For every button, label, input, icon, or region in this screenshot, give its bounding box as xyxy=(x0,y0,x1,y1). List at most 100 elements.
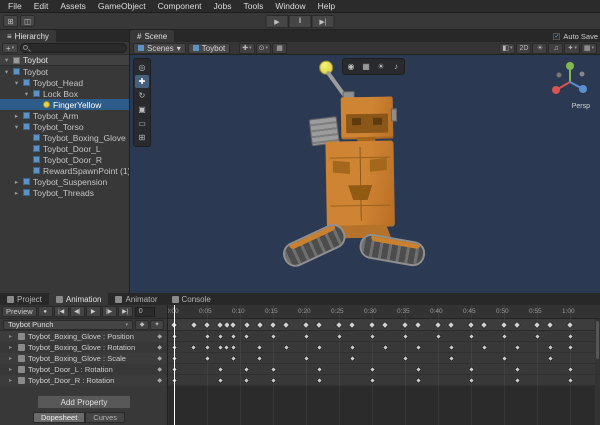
orientation-gizmo[interactable] xyxy=(548,59,592,103)
next-key-button[interactable]: |▶ xyxy=(101,306,117,317)
play-button[interactable]: ▶ xyxy=(265,15,289,28)
audio-toggle-icon[interactable]: ♫ xyxy=(548,42,564,54)
light-overlay-icon[interactable]: ☀ xyxy=(374,60,388,73)
add-event-button[interactable]: ✦ xyxy=(150,319,164,330)
auto-save-checkbox[interactable]: ✓ xyxy=(553,32,561,40)
add-property-button[interactable]: Add Property xyxy=(37,395,131,409)
2d-toggle[interactable]: 2D xyxy=(516,42,532,54)
anim-property-toybot-boxing-glove-position[interactable]: ▸ Toybot_Boxing_Glove : Position ◆ xyxy=(0,331,167,342)
prev-key-button[interactable]: ◀| xyxy=(69,306,85,317)
curves-toggle[interactable]: Curves xyxy=(85,412,126,423)
create-object-button[interactable]: + ▾ xyxy=(2,43,18,53)
foldout-open-icon[interactable]: ▾ xyxy=(13,123,20,131)
tab-animation[interactable]: Animation xyxy=(48,293,109,305)
foldout-closed-icon[interactable]: ▸ xyxy=(9,377,15,384)
dopesheet-toggle[interactable]: Dopesheet xyxy=(33,412,86,423)
dopesheet-area[interactable]: 0:000:050:100:150:200:250:300:350:400:45… xyxy=(168,305,600,425)
menu-edit[interactable]: Edit xyxy=(28,0,55,12)
step-button[interactable]: ▶| xyxy=(311,15,335,28)
scene-viewport[interactable]: ◎ ✚ ↻ ▣ ▭ ⊞ ◉ ▦ ☀ ♪ Persp xyxy=(130,55,600,293)
hierarchy-item-toybot-door-l[interactable]: Toybot_Door_L xyxy=(0,143,129,154)
menu-jobs[interactable]: Jobs xyxy=(208,0,238,12)
anim-property-toybot-boxing-glove-rotation[interactable]: ▸ Toybot_Boxing_Glove : Rotation ◆ xyxy=(0,342,167,353)
menu-tools[interactable]: Tools xyxy=(238,0,270,12)
preview-button[interactable]: Preview xyxy=(2,306,37,317)
first-key-button[interactable]: |◀ xyxy=(53,306,69,317)
grid-overlay-icon[interactable]: ▦ xyxy=(359,60,373,73)
foldout-closed-icon[interactable]: ▸ xyxy=(9,333,15,340)
keyframe-icon[interactable]: ◆ xyxy=(157,355,167,362)
hierarchy-item-lock-box[interactable]: ▾ Lock Box xyxy=(0,88,129,99)
tab-scene[interactable]: # Scene xyxy=(130,30,175,42)
hierarchy-item-toybot[interactable]: ▾ Toybot xyxy=(0,66,129,77)
hierarchy-item-toybot-threads[interactable]: ▸ Toybot_Threads xyxy=(0,187,129,198)
foldout-closed-icon[interactable]: ▸ xyxy=(9,355,15,362)
foldout-closed-icon[interactable]: ▸ xyxy=(13,189,20,197)
tool-handle-rotation-icon[interactable]: ⊙ ▾ xyxy=(255,42,272,54)
auto-save-toggle[interactable]: ✓ Auto Save xyxy=(553,30,600,42)
dopesheet-scrollbar[interactable] xyxy=(595,319,600,425)
play-button[interactable]: ▶ xyxy=(85,306,101,317)
audio-overlay-icon[interactable]: ♪ xyxy=(389,60,403,73)
menu-window[interactable]: Window xyxy=(269,0,311,12)
effects-icon[interactable]: ✦ ▾ xyxy=(564,42,580,54)
tab-console[interactable]: Console xyxy=(165,293,218,305)
hierarchy-item-toybot-torso[interactable]: ▾ Toybot_Torso xyxy=(0,121,129,132)
foldout-closed-icon[interactable]: ▸ xyxy=(13,178,20,186)
move-tool-icon[interactable]: ✚ xyxy=(135,75,149,88)
breadcrumb-scenes[interactable]: Scenes ▾ xyxy=(133,42,186,54)
foldout-open-icon[interactable]: ▾ xyxy=(3,56,10,64)
anim-property-toybot-door-l-rotation[interactable]: ▸ Toybot_Door_L : Rotation ◆ xyxy=(0,364,167,375)
menu-component[interactable]: Component xyxy=(152,0,208,12)
hierarchy-item-toybot-suspension[interactable]: ▸ Toybot_Suspension xyxy=(0,176,129,187)
foldout-open-icon[interactable]: ▾ xyxy=(3,68,10,76)
transform-tool-icon[interactable]: ⊞ xyxy=(135,131,149,144)
add-keyframe-button[interactable]: ◆ xyxy=(135,319,149,330)
menu-file[interactable]: File xyxy=(2,0,28,12)
hierarchy-item-rewardspawnpoint-1[interactable]: RewardSpawnPoint (1) xyxy=(0,165,129,176)
scale-tool-icon[interactable]: ▣ xyxy=(135,103,149,116)
camera-settings-icon[interactable]: ◉ xyxy=(344,60,358,73)
timeline-ruler[interactable]: 0:000:050:100:150:200:250:300:350:400:45… xyxy=(168,305,600,319)
hierarchy-item-toybot-door-r[interactable]: Toybot_Door_R xyxy=(0,154,129,165)
scrollbar-thumb[interactable] xyxy=(596,321,599,359)
foldout-open-icon[interactable]: ▾ xyxy=(13,79,20,87)
hierarchy-item-toybot-head[interactable]: ▾ Toybot_Head xyxy=(0,77,129,88)
hierarchy-item-toybot-arm[interactable]: ▸ Toybot_Arm xyxy=(0,110,129,121)
tab-hierarchy[interactable]: ≡ Hierarchy xyxy=(0,30,56,42)
last-key-button[interactable]: ▶| xyxy=(117,306,133,317)
pause-button[interactable]: ‖ xyxy=(288,15,312,28)
prefab-header-row[interactable]: ▾ Toybot xyxy=(0,55,129,66)
current-frame-field[interactable]: 0 xyxy=(134,306,155,317)
shading-mode-icon[interactable]: ◧ ▾ xyxy=(499,42,516,54)
snap-settings-icon[interactable]: ▦ xyxy=(272,42,288,54)
anim-property-toybot-boxing-glove-scale[interactable]: ▸ Toybot_Boxing_Glove : Scale ◆ xyxy=(0,353,167,364)
foldout-closed-icon[interactable]: ▸ xyxy=(9,344,15,351)
hierarchy-search-input[interactable] xyxy=(20,43,127,53)
view-tool-icon[interactable]: ◎ xyxy=(135,61,149,74)
menu-gameobject[interactable]: GameObject xyxy=(92,0,152,12)
tab-animator[interactable]: Animator xyxy=(108,293,164,305)
keyframe-icon[interactable]: ◆ xyxy=(157,377,167,384)
record-button[interactable]: ● xyxy=(37,306,53,317)
rotate-tool-icon[interactable]: ↻ xyxy=(135,89,149,102)
menu-help[interactable]: Help xyxy=(312,0,341,12)
breadcrumb-toybot[interactable]: Toybot xyxy=(187,42,231,54)
persp-label[interactable]: Persp xyxy=(572,103,590,110)
clip-dropdown[interactable]: Toybot Punch ▾ xyxy=(3,319,133,330)
tool-handle-position-icon[interactable]: ✚ ▾ xyxy=(239,42,255,54)
foldout-closed-icon[interactable]: ▸ xyxy=(13,112,20,120)
keyframe-icon[interactable]: ◆ xyxy=(157,344,167,351)
keyframe-icon[interactable]: ◆ xyxy=(157,333,167,340)
foldout-closed-icon[interactable]: ▸ xyxy=(9,366,15,373)
toybot-model[interactable] xyxy=(130,55,600,293)
rect-tool-icon[interactable]: ▭ xyxy=(135,117,149,130)
lighting-toggle-icon[interactable]: ☀ xyxy=(532,42,548,54)
hierarchy-item-toybot-boxing-glove[interactable]: Toybot_Boxing_Glove xyxy=(0,132,129,143)
anim-property-toybot-door-r-rotation[interactable]: ▸ Toybot_Door_R : Rotation ◆ xyxy=(0,375,167,386)
grid-snap-icon[interactable]: ⊞ xyxy=(3,15,18,27)
playhead[interactable] xyxy=(174,305,175,425)
grid-icon[interactable]: ▦ ▾ xyxy=(580,42,597,54)
keyframe-icon[interactable]: ◆ xyxy=(157,366,167,373)
tool-settings-icon[interactable]: ◫ xyxy=(20,15,35,27)
